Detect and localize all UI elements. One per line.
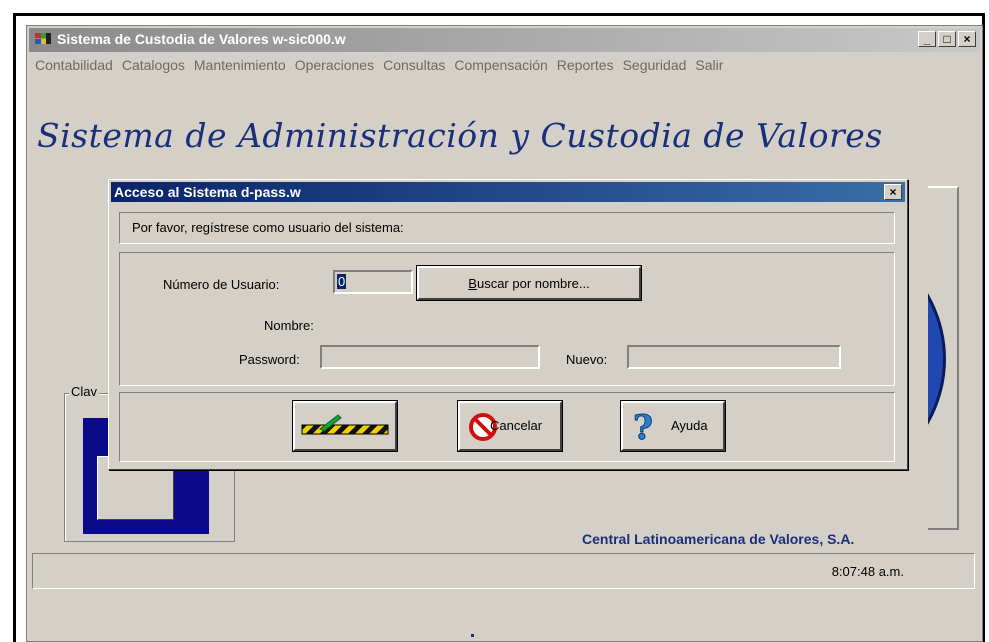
search-by-name-button[interactable]: Buscar por nombre...	[417, 266, 641, 300]
login-prompt: Por favor, regístrese como usuario del s…	[132, 220, 404, 235]
help-label: Ayuda	[671, 418, 708, 433]
page-title: Sistema de Administración y Custodia de …	[37, 116, 883, 155]
menu-salir[interactable]: Salir	[695, 57, 723, 73]
menu-mantenimiento[interactable]: Mantenimiento	[194, 57, 286, 73]
accept-button[interactable]	[293, 401, 397, 451]
actions-panel: Cancelar ? Ayuda	[119, 392, 895, 462]
menu-contabilidad[interactable]: Contabilidad	[35, 57, 113, 73]
login-dialog: Acceso al Sistema d-pass.w × Por favor, …	[108, 179, 908, 470]
clave-label: Clav	[69, 384, 100, 399]
menu-catalogos[interactable]: Catalogos	[122, 57, 185, 73]
name-label: Nombre:	[264, 318, 314, 333]
search-button-label: uscar por nombre...	[476, 275, 590, 291]
window-title: Sistema de Custodia de Valores w-sic000.…	[57, 31, 346, 47]
user-number-value: 0	[337, 274, 347, 289]
prompt-panel: Por favor, regístrese como usuario del s…	[119, 212, 895, 244]
search-hotkey: B	[468, 275, 477, 291]
password-label: Password:	[239, 352, 300, 367]
user-number-label: Número de Usuario:	[163, 277, 280, 292]
new-password-field[interactable]	[627, 345, 841, 369]
minimize-button[interactable]: _	[918, 31, 936, 47]
maximize-button[interactable]: □	[938, 31, 956, 47]
cancel-button[interactable]: Cancelar	[458, 401, 562, 451]
svg-text:?: ?	[633, 409, 653, 443]
close-button[interactable]: ×	[958, 31, 976, 47]
status-bar: 8:07:48 a.m.	[32, 553, 975, 589]
main-window: Sistema de Custodia de Valores w-sic000.…	[26, 25, 983, 642]
dialog-titlebar[interactable]: Acceso al Sistema d-pass.w ×	[111, 182, 905, 202]
menu-operaciones[interactable]: Operaciones	[295, 57, 374, 73]
help-icon: ?	[633, 409, 654, 443]
menu-seguridad[interactable]: Seguridad	[623, 57, 687, 73]
barrier-icon	[301, 414, 389, 435]
menu-compensacion[interactable]: Compensación	[454, 57, 547, 73]
app-icon	[35, 33, 51, 47]
help-button[interactable]: ? Ayuda	[621, 401, 725, 451]
credentials-panel: Número de Usuario: 0 Buscar por nombre..…	[119, 252, 895, 386]
status-time: 8:07:48 a.m.	[831, 564, 904, 579]
menu-reportes[interactable]: Reportes	[557, 57, 614, 73]
menu-consultas[interactable]: Consultas	[383, 57, 445, 73]
password-field[interactable]	[320, 345, 540, 369]
company-name: Central Latinoamericana de Valores, S.A.	[582, 531, 855, 547]
dialog-title: Acceso al Sistema d-pass.w	[114, 184, 301, 200]
main-titlebar[interactable]: Sistema de Custodia de Valores w-sic000.…	[29, 28, 980, 52]
bottom-marker	[471, 634, 474, 637]
menu-bar: Contabilidad Catalogos Mantenimiento Ope…	[35, 57, 732, 73]
dialog-close-button[interactable]: ×	[884, 184, 902, 200]
user-number-field[interactable]: 0	[333, 270, 413, 294]
cancel-label: Cancelar	[490, 418, 543, 433]
new-password-label: Nuevo:	[566, 352, 608, 367]
